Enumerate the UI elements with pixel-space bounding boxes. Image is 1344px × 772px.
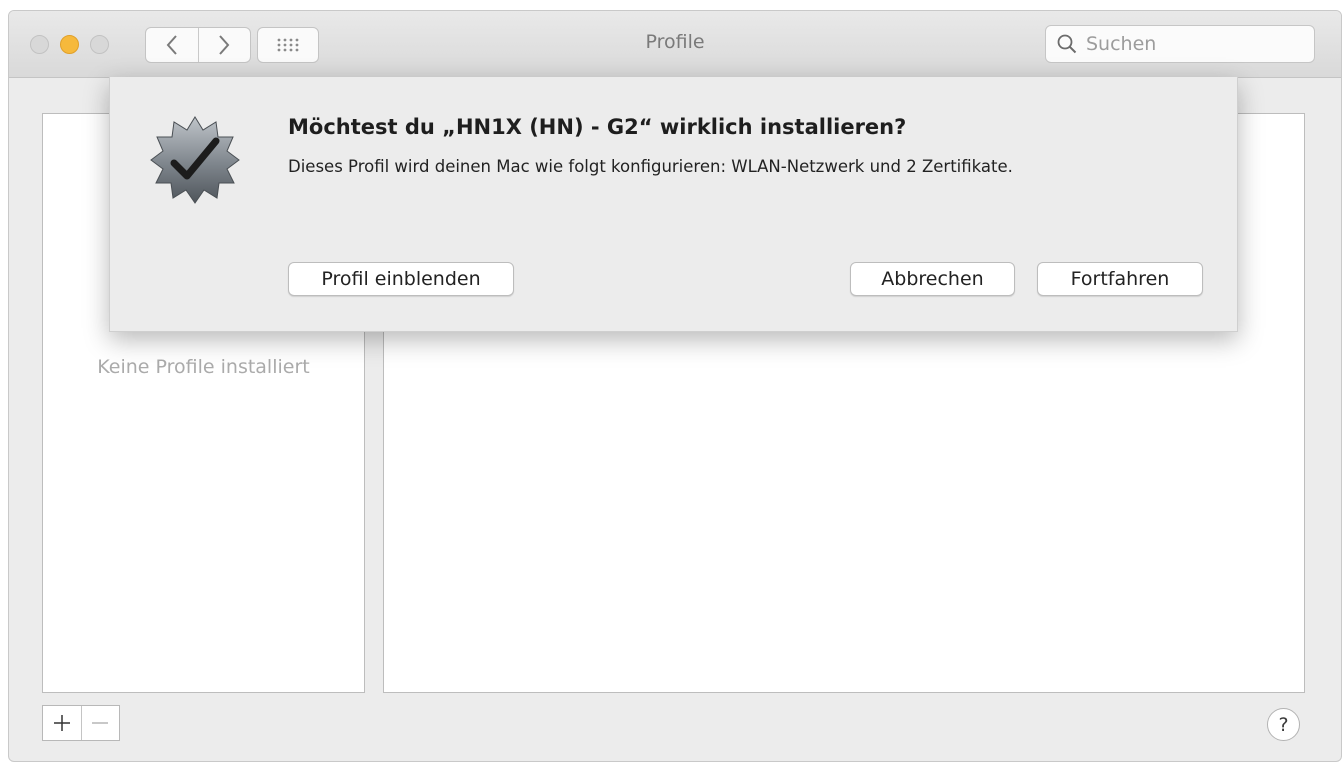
- search-icon: [1057, 34, 1077, 54]
- checkmark-badge-icon: [150, 116, 240, 204]
- search-field[interactable]: [1045, 25, 1315, 63]
- install-profile-dialog: Möchtest du „HN1X (HN) - G2“ wirklich in…: [109, 77, 1238, 332]
- system-preferences-window: Profile Keine Profile installiert ?: [8, 10, 1342, 762]
- plus-icon: [53, 715, 70, 731]
- titlebar: Profile: [9, 11, 1341, 78]
- help-button[interactable]: ?: [1267, 708, 1300, 741]
- continue-button[interactable]: Fortfahren: [1037, 262, 1203, 296]
- search-input[interactable]: [1084, 32, 1308, 56]
- show-profile-button[interactable]: Profil einblenden: [288, 262, 514, 296]
- empty-list-label: Keine Profile installiert: [97, 356, 310, 378]
- remove-profile-button[interactable]: [80, 706, 120, 740]
- minus-icon: [92, 722, 109, 724]
- cancel-button[interactable]: Abbrechen: [850, 262, 1015, 296]
- add-profile-button[interactable]: [43, 706, 81, 740]
- add-remove-buttons: [42, 705, 120, 741]
- dialog-title: Möchtest du „HN1X (HN) - G2“ wirklich in…: [288, 115, 907, 139]
- dialog-message: Dieses Profil wird deinen Mac wie folgt …: [288, 157, 1013, 176]
